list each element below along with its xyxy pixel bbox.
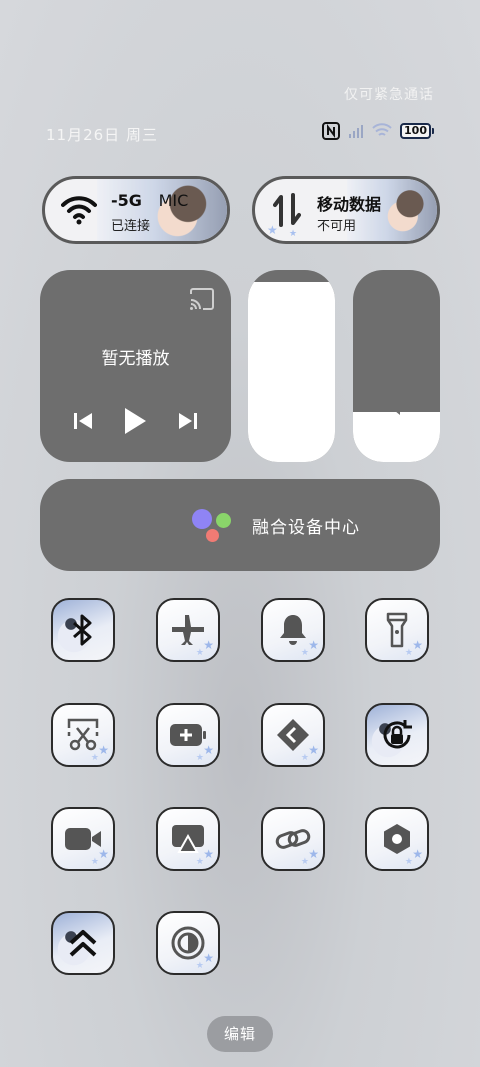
status-icons: 100: [322, 122, 434, 140]
battery-saver-icon: [170, 724, 206, 746]
airplane-mode-toggle[interactable]: ★ ★: [156, 598, 220, 662]
link-icon: [275, 829, 311, 849]
battery-saver-toggle[interactable]: ★ ★: [156, 703, 220, 767]
rotation-lock-toggle[interactable]: [365, 703, 429, 767]
wifi-icon: [61, 196, 97, 225]
nfc-icon: [322, 122, 341, 140]
flashlight-icon: [386, 612, 408, 648]
rotation-lock-icon: [383, 720, 412, 749]
mobile-data-label: 移动数据: [317, 195, 382, 214]
fusion-label: 融合设备中心: [252, 518, 360, 538]
edit-button[interactable]: 编辑: [207, 1016, 273, 1052]
ringer-toggle[interactable]: ★ ★: [261, 598, 325, 662]
mobile-data-tile[interactable]: ★ ★ 移动数据 不可用: [252, 176, 440, 244]
wifi-status-icon: [372, 123, 392, 136]
dark-mode-toggle[interactable]: ★ ★: [156, 911, 220, 975]
previous-track-icon[interactable]: [73, 412, 93, 430]
next-track-icon[interactable]: [178, 412, 198, 430]
data-arrows-icon: [273, 193, 301, 227]
media-player-card[interactable]: 暂无播放: [40, 270, 231, 462]
game-mode-toggle[interactable]: [51, 911, 115, 975]
brightness-slider[interactable]: [248, 270, 335, 462]
screen-record-toggle[interactable]: ★ ★: [51, 807, 115, 871]
settings-toggle[interactable]: ★ ★: [365, 807, 429, 871]
media-title: 暂无播放: [101, 349, 170, 369]
game-mode-icon: [69, 930, 97, 957]
play-icon[interactable]: [122, 406, 148, 436]
cast-icon: [172, 825, 204, 853]
volume-slider[interactable]: [353, 270, 440, 462]
volume-icon: [392, 403, 400, 415]
flashlight-toggle[interactable]: ★ ★: [365, 598, 429, 662]
vpn-toggle[interactable]: ★ ★: [261, 703, 325, 767]
dark-mode-icon: [171, 926, 205, 960]
emergency-call-text: 仅可紧急通话: [344, 87, 434, 103]
screenshot-toggle[interactable]: ★ ★: [51, 703, 115, 767]
wifi-tile[interactable]: -5G MIC 已连接: [42, 176, 230, 244]
screenshot-icon: [67, 718, 99, 751]
bell-icon: [280, 615, 306, 645]
fusion-logo-icon: [192, 507, 236, 547]
battery-level: 100: [400, 123, 431, 139]
battery-indicator: 100: [400, 123, 434, 139]
airplane-icon: [172, 615, 204, 645]
signal-icon: [349, 125, 364, 138]
vpn-icon: [277, 719, 309, 751]
wifi-status: 已连接: [111, 219, 151, 234]
settings-icon: [384, 824, 410, 854]
date-text: 11月26日 周三: [46, 126, 158, 144]
bluetooth-icon: [73, 614, 92, 646]
link-toggle[interactable]: ★ ★: [261, 807, 325, 871]
bluetooth-toggle[interactable]: [51, 598, 115, 662]
screen-cast-toggle[interactable]: ★ ★: [156, 807, 220, 871]
wifi-name: -5G MIC: [111, 191, 189, 210]
mobile-data-status: 不可用: [317, 219, 357, 234]
device-fusion-center[interactable]: 融合设备中心: [40, 479, 440, 571]
cast-icon[interactable]: [189, 288, 215, 310]
screen-record-icon: [65, 828, 101, 850]
